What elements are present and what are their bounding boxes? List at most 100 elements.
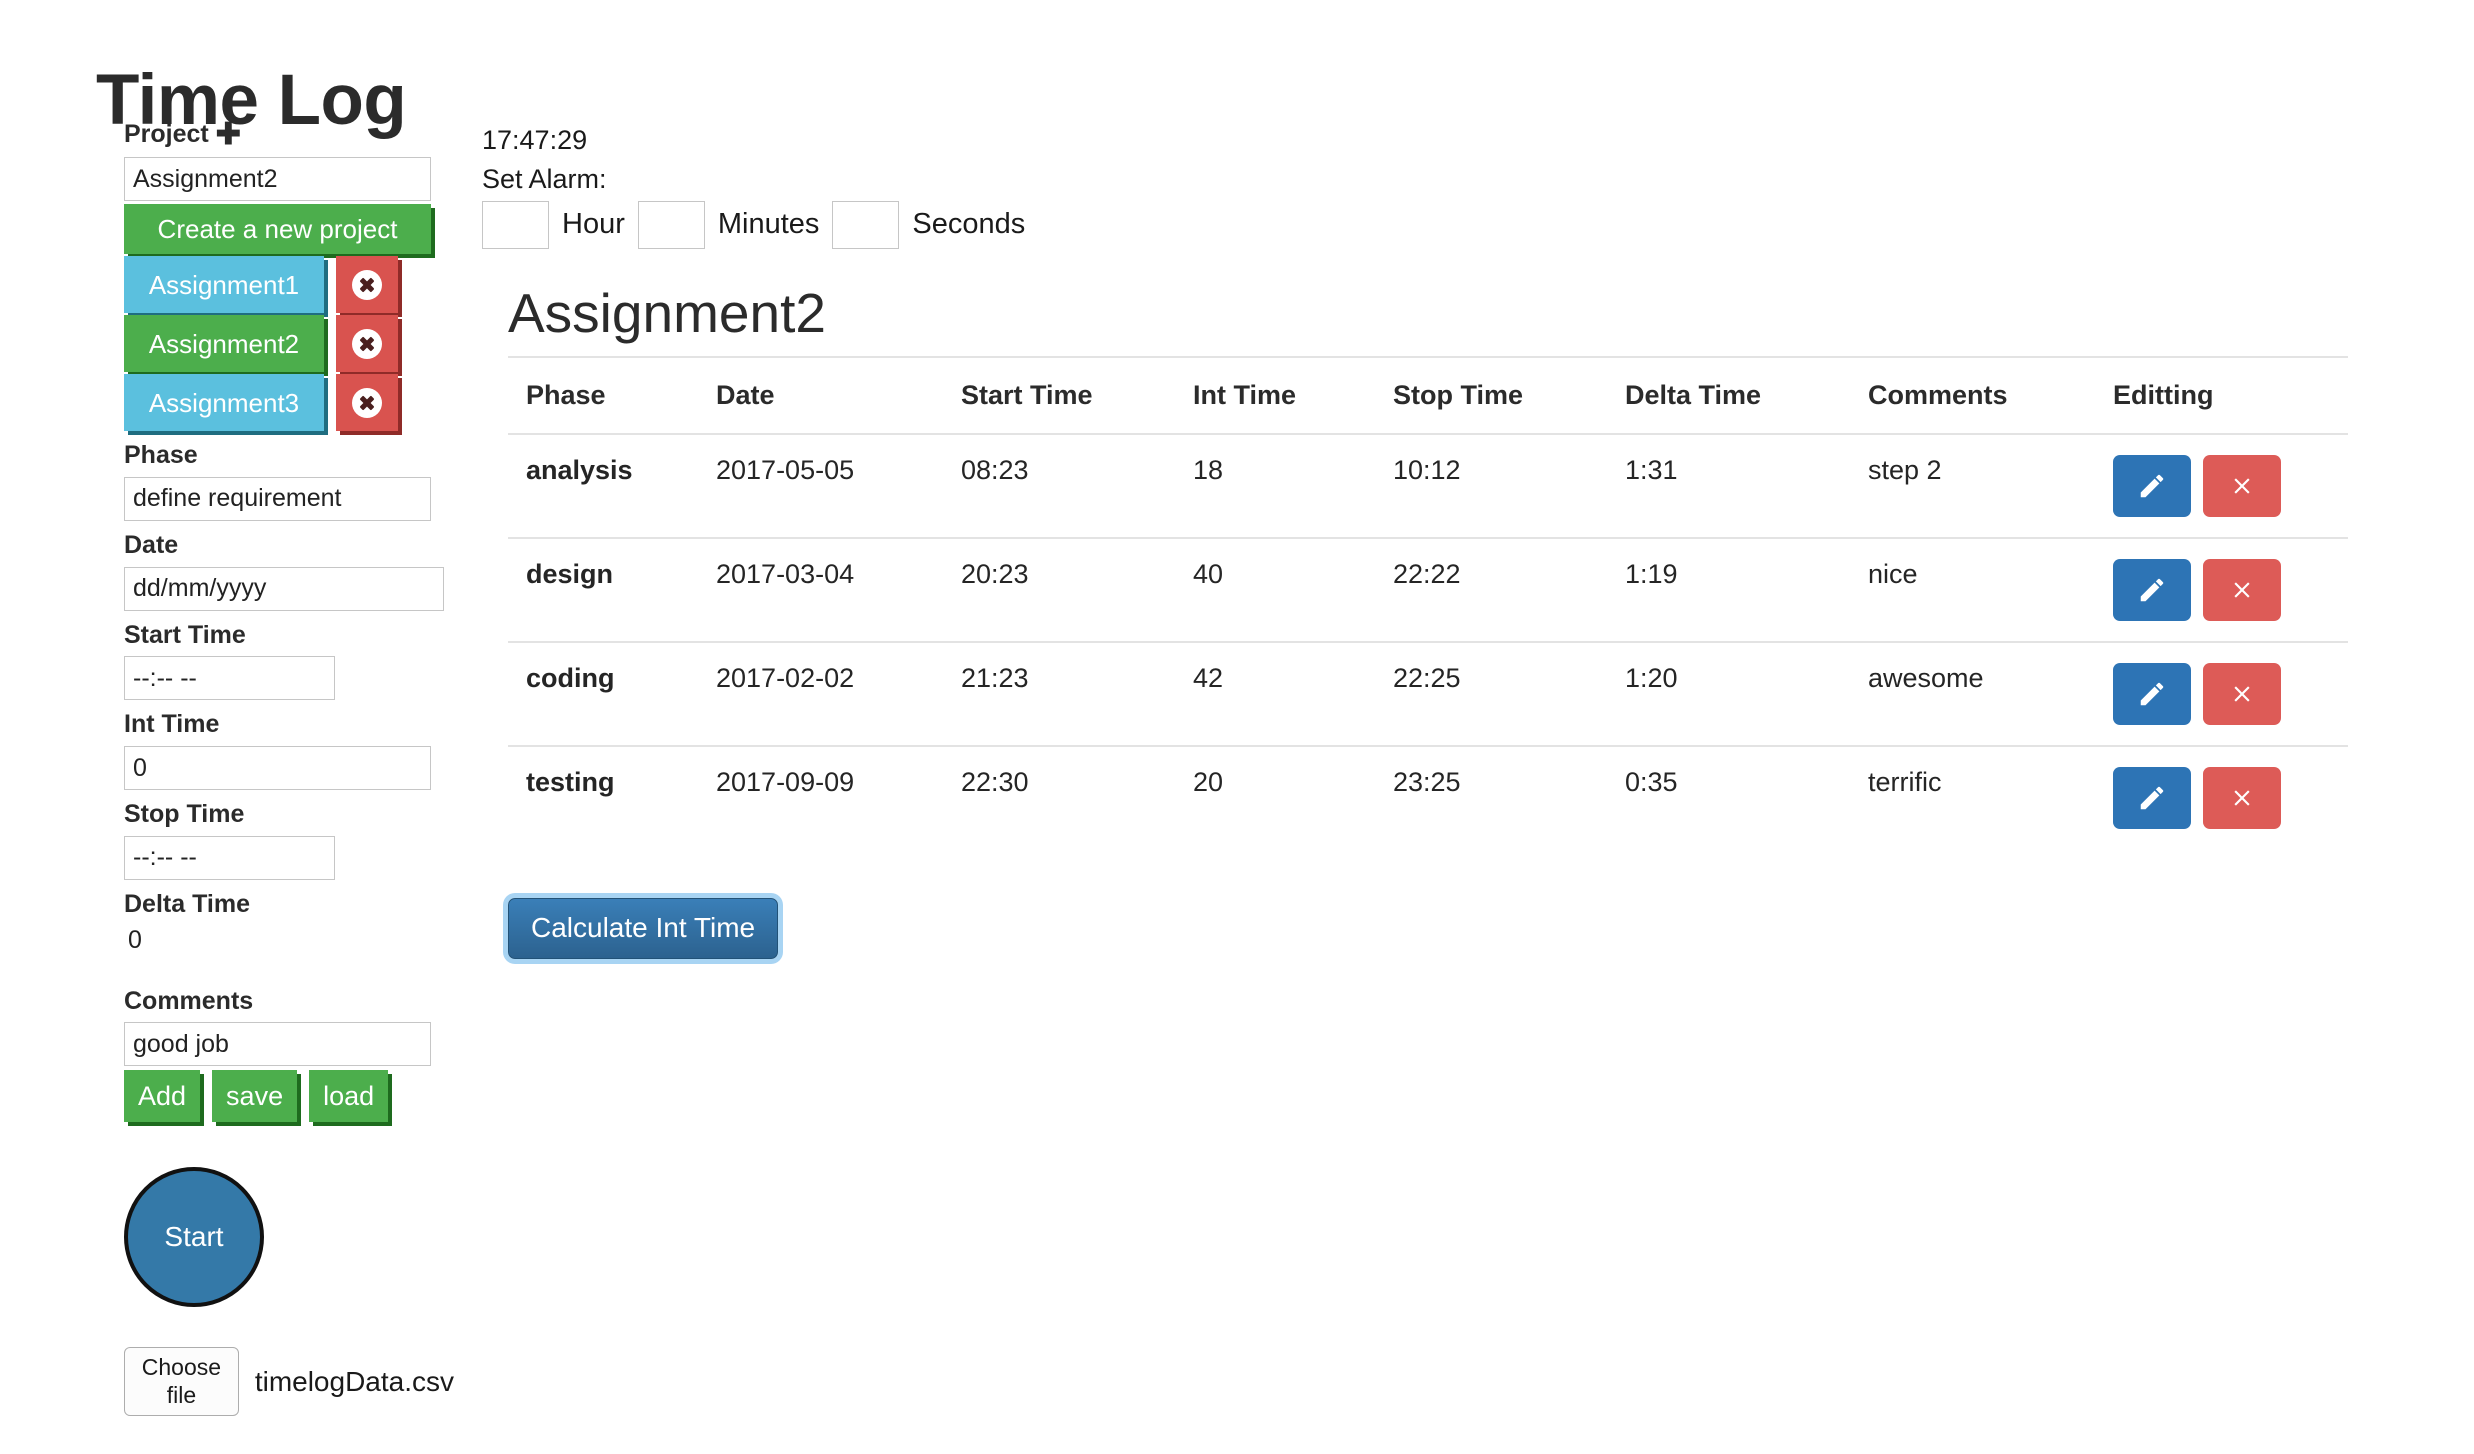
stop-time-input[interactable]: [124, 835, 335, 880]
cell-delta-time: 1:31: [1607, 434, 1850, 539]
main-content: Assignment2 Phase Date Start Time Int Ti…: [508, 280, 2348, 959]
delete-row-button[interactable]: [2203, 767, 2281, 829]
table-header: Phase Date Start Time Int Time Stop Time…: [508, 356, 2348, 435]
alarm-input-row: Hour Minutes Seconds: [482, 200, 1038, 249]
pencil-icon: [2137, 471, 2167, 501]
cell-stop-time: 23:25: [1393, 767, 1461, 797]
cell-int-time: 18: [1175, 434, 1375, 539]
cell-int-time: 40: [1175, 538, 1375, 643]
project-list-item: Assignment1: [124, 256, 454, 313]
start-time-label: Start Time: [124, 620, 246, 649]
alarm-hour-input[interactable]: [482, 200, 549, 249]
close-circle-icon: [352, 387, 382, 418]
delete-project-assignment2-button[interactable]: [336, 315, 398, 372]
project-list: Assignment1 Assignment2 Assignment3: [124, 256, 454, 431]
cell-date: 2017-09-09: [716, 767, 855, 797]
delete-row-button[interactable]: [2203, 559, 2281, 621]
project-name-input[interactable]: [124, 157, 431, 201]
set-alarm-label: Set Alarm:: [482, 163, 607, 194]
project-item-assignment2[interactable]: Assignment2: [124, 315, 324, 372]
choose-file-button[interactable]: Choose file: [124, 1347, 239, 1417]
delta-time-label: Delta Time: [124, 889, 250, 918]
date-input[interactable]: [124, 566, 444, 611]
start-time-input[interactable]: [124, 656, 335, 701]
edit-row-button[interactable]: [2113, 663, 2191, 725]
close-x-icon: [2229, 681, 2255, 707]
cell-date: 2017-05-05: [698, 434, 943, 539]
time-log-table: Phase Date Start Time Int Time Stop Time…: [508, 356, 2348, 850]
cell-date: 2017-03-04: [698, 538, 943, 643]
project-list-item: Assignment2: [124, 315, 454, 372]
cell-phase: analysis: [508, 434, 698, 539]
cell-stop-time: 10:12: [1375, 434, 1607, 539]
calculate-int-time-button[interactable]: Calculate Int Time: [508, 898, 779, 959]
cell-stop-time: 22:22: [1375, 538, 1607, 643]
phase-input[interactable]: [124, 476, 431, 521]
delete-row-button[interactable]: [2203, 455, 2281, 517]
add-button[interactable]: Add: [124, 1070, 201, 1123]
column-header-int-time: Int Time: [1175, 356, 1375, 435]
close-x-icon: [2229, 785, 2255, 811]
column-header-comments: Comments: [1850, 356, 2095, 435]
delete-project-assignment1-button[interactable]: [336, 256, 398, 313]
cell-actions: [2095, 746, 2348, 850]
table-row: analysis 2017-05-05 08:23 18 10:12 1:31 …: [508, 434, 2348, 539]
project-label: Project ✚: [124, 120, 454, 150]
int-time-label: Int Time: [124, 710, 220, 739]
edit-row-button[interactable]: [2113, 559, 2191, 621]
delta-time-value: 0: [128, 925, 142, 954]
alarm-minutes-input[interactable]: [637, 200, 705, 249]
cell-comments: step 2: [1850, 434, 2095, 539]
cell-actions: [2095, 642, 2348, 747]
int-time-input[interactable]: [124, 746, 431, 790]
file-upload-row: Choose file timelogData.csv: [124, 1347, 454, 1417]
current-time-display: 17:47:29: [482, 125, 588, 155]
alarm-seconds-label: Seconds: [912, 208, 1026, 241]
cell-phase: design: [508, 538, 698, 643]
cell-start-time: 08:23: [943, 434, 1175, 539]
edit-row-button[interactable]: [2113, 455, 2191, 517]
cell-delta-time: 1:19: [1607, 538, 1850, 643]
table-row: testing 2017-09-09 22:30 20 23:25 0:35 t…: [508, 746, 2348, 850]
close-circle-icon: [352, 328, 382, 359]
selected-file-name: timelogData.csv: [254, 1365, 454, 1397]
cell-stop-time: 22:25: [1375, 642, 1607, 747]
delete-project-assignment3-button[interactable]: [336, 374, 398, 431]
table-header-row: Phase Date Start Time Int Time Stop Time…: [508, 356, 2348, 435]
project-item-assignment1[interactable]: Assignment1: [124, 256, 324, 313]
alarm-seconds-input[interactable]: [832, 200, 900, 249]
column-header-start-time: Start Time: [943, 356, 1175, 435]
comments-input[interactable]: [124, 1022, 431, 1067]
cell-comments: terrific: [1868, 767, 1942, 797]
column-header-stop-time: Stop Time: [1375, 356, 1607, 435]
table-row: coding 2017-02-02 21:23 42 22:25 1:20 aw…: [508, 642, 2348, 747]
table-body: analysis 2017-05-05 08:23 18 10:12 1:31 …: [508, 434, 2348, 850]
pencil-icon: [2137, 575, 2167, 605]
phase-label: Phase: [124, 441, 198, 469]
form-actions: Add save load: [124, 1070, 454, 1123]
cell-delta-time: 0:35: [1625, 767, 1678, 797]
edit-row-button[interactable]: [2113, 767, 2191, 829]
cell-start-time: 20:23: [943, 538, 1175, 643]
save-button[interactable]: save: [212, 1070, 298, 1123]
comments-label: Comments: [124, 986, 254, 1015]
project-label-text: Project: [124, 120, 209, 148]
date-label: Date: [124, 530, 179, 559]
load-button[interactable]: load: [309, 1070, 389, 1123]
close-x-icon: [2229, 473, 2255, 499]
clock-alarm-panel: 17:47:29 Set Alarm: Hour Minutes Seconds: [482, 124, 1038, 249]
delete-row-button[interactable]: [2203, 663, 2281, 725]
column-header-delta-time: Delta Time: [1607, 356, 1850, 435]
plus-icon[interactable]: ✚: [216, 120, 241, 150]
stop-time-label: Stop Time: [124, 800, 245, 828]
close-x-icon: [2229, 577, 2255, 603]
alarm-hour-label: Hour: [562, 208, 625, 241]
project-item-assignment3[interactable]: Assignment3: [124, 374, 324, 431]
create-project-button[interactable]: Create a new project: [124, 204, 431, 254]
start-timer-button[interactable]: Start: [124, 1167, 264, 1308]
cell-comments: nice: [1850, 538, 2095, 643]
current-project-heading: Assignment2: [508, 282, 826, 344]
calculate-row: Calculate Int Time: [508, 898, 2348, 959]
project-form-panel: Project✚ Create a new project Assignment…: [124, 120, 454, 1417]
cell-start-time: 22:30: [961, 767, 1029, 797]
